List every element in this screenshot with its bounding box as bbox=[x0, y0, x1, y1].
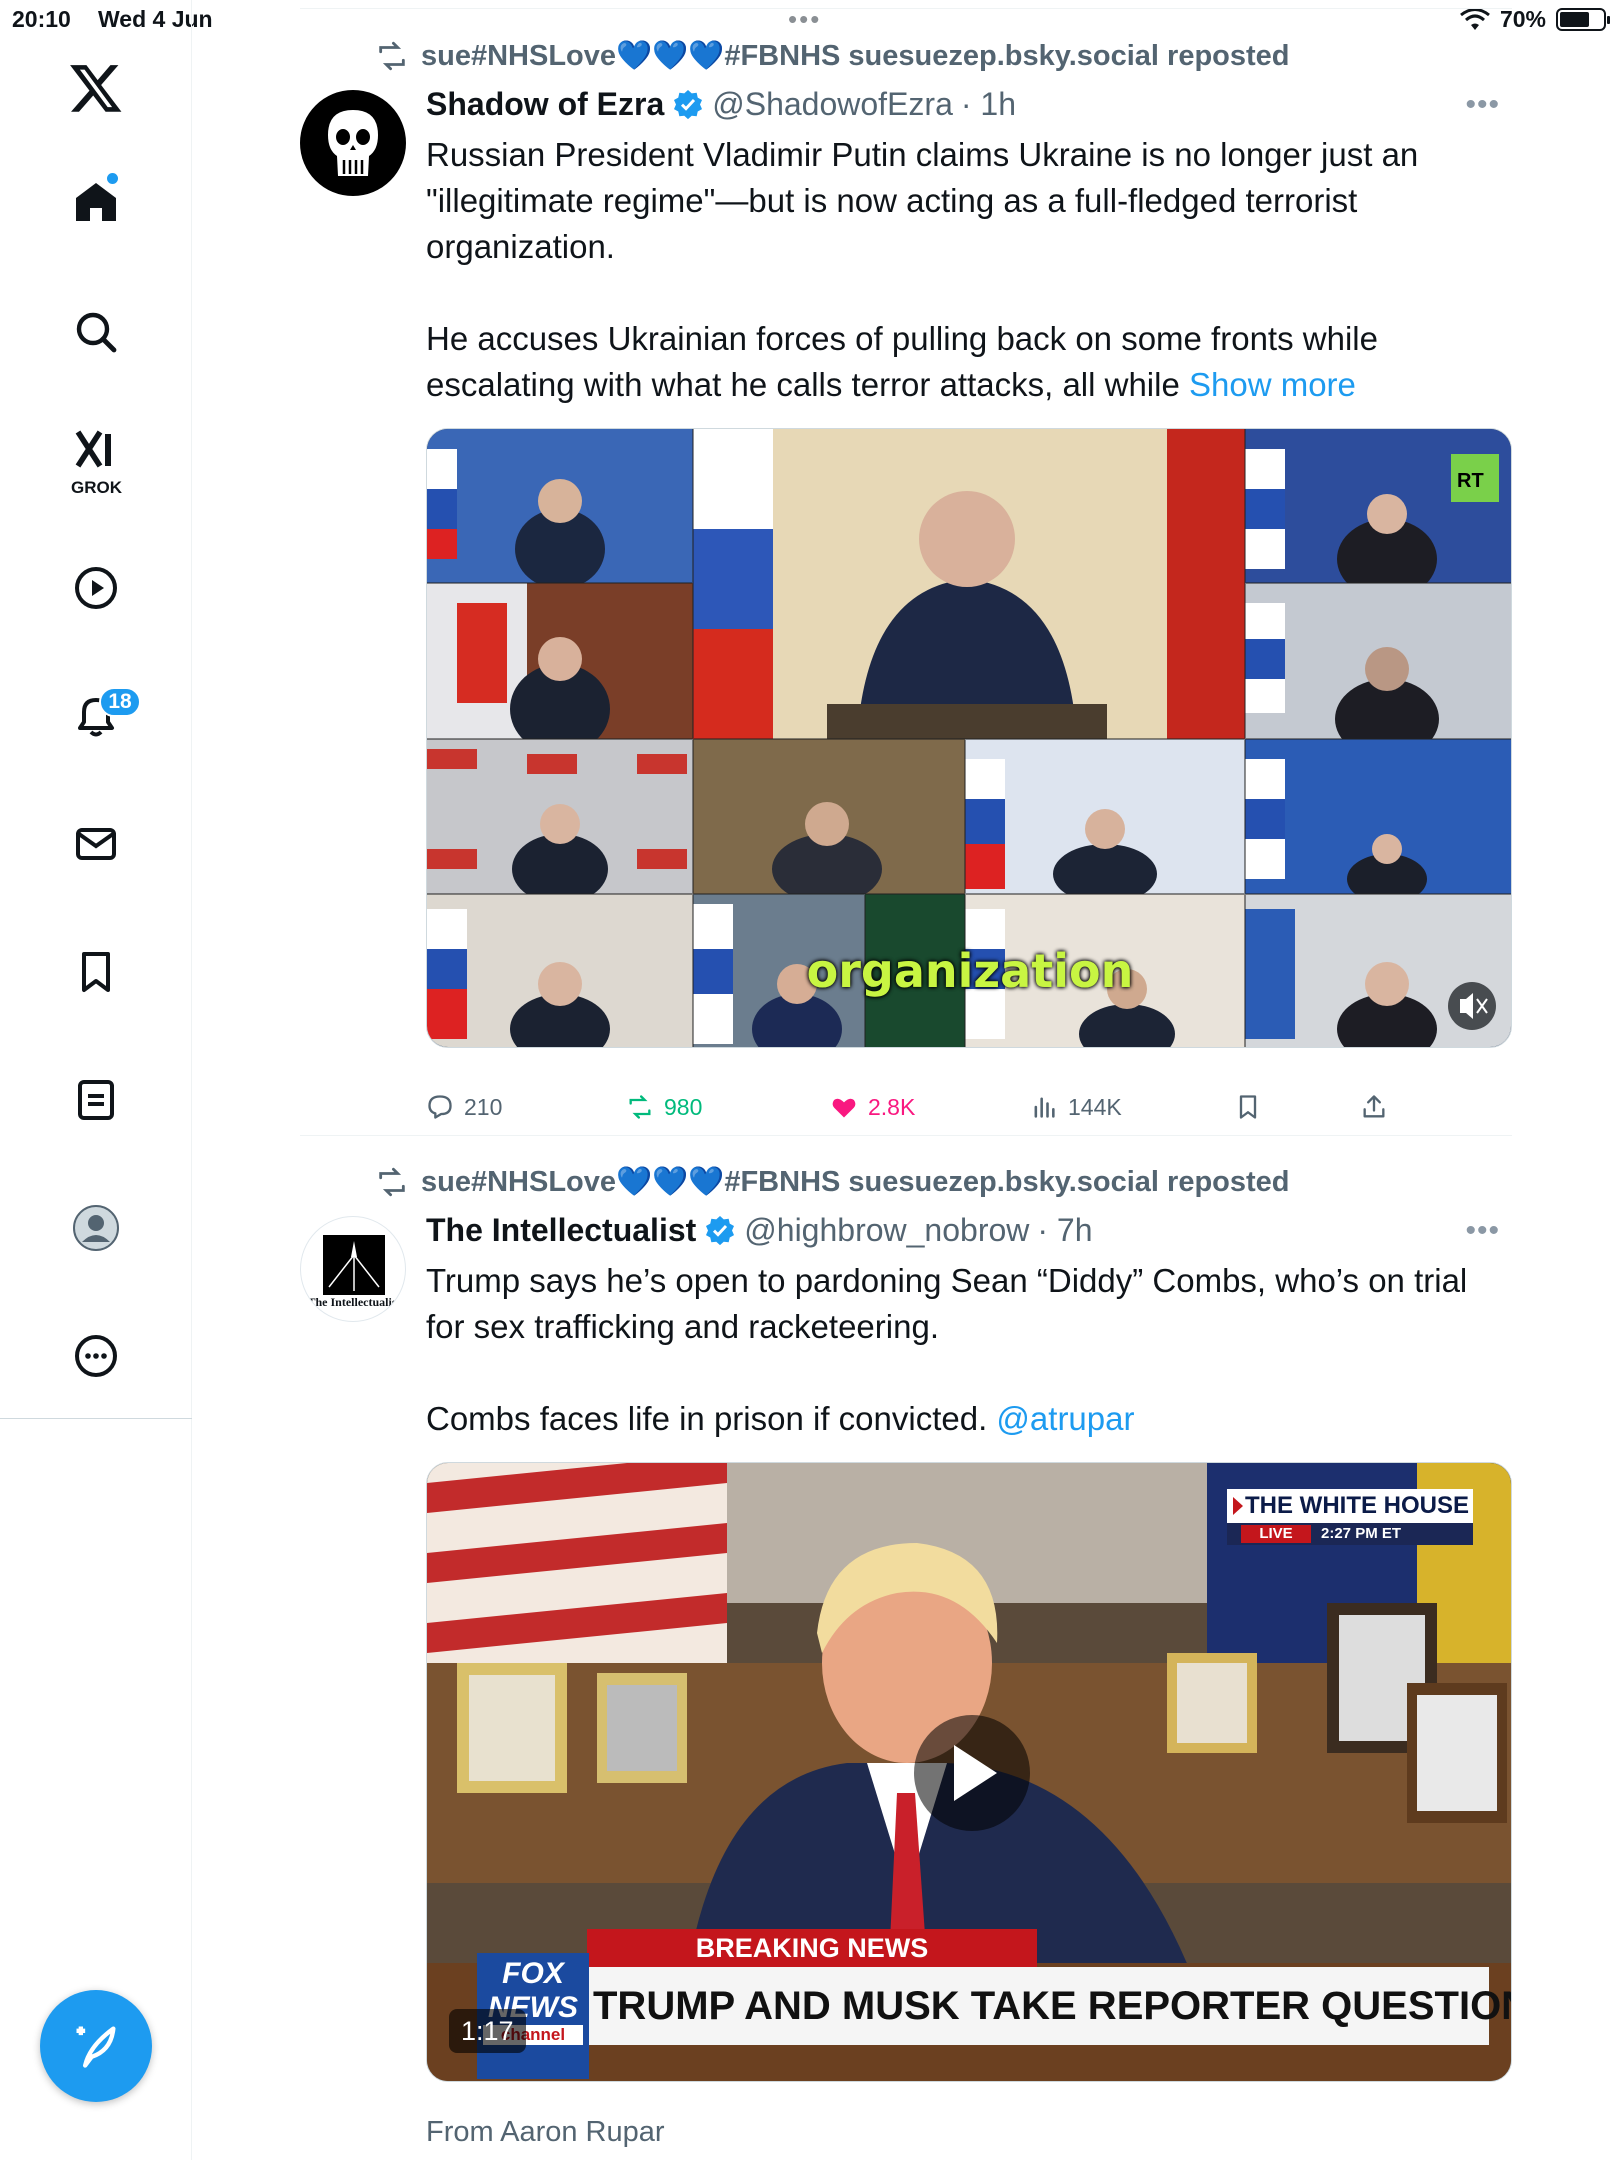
rt-logo: RT bbox=[1457, 470, 1484, 492]
grok-icon bbox=[75, 430, 111, 468]
nav-home[interactable] bbox=[56, 162, 136, 242]
sidebar-divider bbox=[0, 1418, 192, 1419]
fox-logo-line-1: FOX bbox=[502, 1957, 564, 1990]
views-button[interactable]: 144K bbox=[1030, 1082, 1122, 1132]
battery-percent: 70% bbox=[1499, 6, 1546, 32]
tv-headline: TRUMP AND MUSK TAKE REPORTER QUESTIONS bbox=[593, 1984, 1512, 2028]
nav-profile[interactable] bbox=[56, 1188, 136, 1268]
post-text-paragraph-2: He accuses Ukrainian forces of pulling b… bbox=[426, 316, 1506, 408]
views-chart-icon bbox=[1034, 1097, 1055, 1118]
post-text: Russian President Vladimir Putin claims … bbox=[426, 132, 1506, 408]
reply-button[interactable]: 210 bbox=[426, 1082, 502, 1132]
repost-by: sue#NHSLove💙💙💙#FBNHS suesuezep.bsky.soci… bbox=[421, 40, 1290, 72]
video-play-icon bbox=[75, 567, 117, 609]
post-video[interactable]: RT organization bbox=[426, 428, 1512, 1048]
repost-icon bbox=[379, 1167, 405, 1197]
nav-explore[interactable] bbox=[56, 292, 136, 372]
reply-icon bbox=[428, 1095, 452, 1119]
tv-banner-title: THE WHITE HOUSE bbox=[1245, 1492, 1470, 1519]
repost-by: sue#NHSLove💙💙💙#FBNHS suesuezep.bsky.soci… bbox=[421, 1166, 1290, 1198]
sidebar: GROK 18 bbox=[0, 0, 192, 2160]
author-handle[interactable]: @ShadowofEzra bbox=[712, 86, 953, 123]
video-caption: organization bbox=[806, 944, 1134, 998]
mention-link[interactable]: @atrupar bbox=[996, 1400, 1134, 1437]
compose-button[interactable] bbox=[40, 1990, 152, 2102]
post-time[interactable]: · 7h bbox=[1037, 1212, 1092, 1249]
play-button[interactable] bbox=[914, 1715, 1030, 1831]
post-text-paragraph-2-body: Combs faces life in prison if convicted. bbox=[426, 1400, 988, 1437]
post-video[interactable]: THE WHITE HOUSE LIVE 2:27 PM ET BREAKING… bbox=[426, 1462, 1512, 2082]
grok-label: GROK bbox=[71, 478, 122, 497]
bookmark-icon bbox=[82, 952, 110, 992]
video-duration: 1:17 bbox=[449, 2009, 526, 2053]
profile-avatar-icon bbox=[73, 1205, 119, 1251]
nav-video[interactable] bbox=[56, 548, 136, 628]
author-avatar[interactable] bbox=[300, 90, 406, 196]
repost-context[interactable]: sue#NHSLove💙💙💙#FBNHS suesuezep.bsky.soci… bbox=[375, 36, 1290, 76]
wifi-icon bbox=[1460, 7, 1490, 30]
like-button[interactable]: 2.8K bbox=[830, 1082, 915, 1132]
nav-lists[interactable] bbox=[56, 1060, 136, 1140]
post-header: The Intellectualist @highbrow_nobrow · 7… bbox=[426, 1208, 1093, 1252]
show-more-link[interactable]: Show more bbox=[1189, 366, 1356, 403]
skull-logo-icon bbox=[328, 110, 378, 176]
verified-badge-icon bbox=[706, 1216, 735, 1246]
bookmark-icon bbox=[1239, 1095, 1257, 1119]
compose-feather-icon bbox=[76, 2026, 116, 2068]
author-handle[interactable]: @highbrow_nobrow bbox=[744, 1212, 1029, 1249]
nav-messages[interactable] bbox=[56, 804, 136, 884]
post-text-paragraph-1: Russian President Vladimir Putin claims … bbox=[426, 136, 1419, 265]
post-text-paragraph-2: Combs faces life in prison if convicted.… bbox=[426, 1396, 1506, 1442]
share-icon bbox=[1363, 1095, 1385, 1118]
battery-icon bbox=[1556, 8, 1610, 31]
post-header: Shadow of Ezra @ShadowofEzra · 1h bbox=[426, 82, 1016, 126]
verified-badge-icon bbox=[674, 90, 703, 120]
post-actions: 210 980 2.8K 144K bbox=[426, 1082, 1512, 1132]
x-logo-icon[interactable] bbox=[68, 60, 124, 116]
tv-live-label: LIVE bbox=[1259, 1525, 1293, 1542]
feed-top-divider bbox=[300, 8, 1512, 9]
video-source[interactable]: From Aaron Rupar bbox=[426, 2116, 665, 2149]
post-more-icon[interactable]: ••• bbox=[1465, 88, 1500, 122]
reply-count: 210 bbox=[464, 1093, 503, 1120]
post-text-paragraph-1: Trump says he’s open to pardoning Sean “… bbox=[426, 1262, 1468, 1345]
home-icon bbox=[76, 183, 116, 221]
post-time[interactable]: · 1h bbox=[961, 86, 1016, 123]
mute-button[interactable] bbox=[1447, 982, 1497, 1032]
bookmark-button[interactable] bbox=[1234, 1082, 1262, 1132]
heart-filled-icon bbox=[832, 1098, 856, 1118]
nav-bookmarks[interactable] bbox=[56, 932, 136, 1012]
status-right: 70% bbox=[1460, 6, 1610, 33]
repost-icon bbox=[629, 1095, 651, 1119]
view-count: 144K bbox=[1068, 1093, 1122, 1120]
list-icon bbox=[78, 1080, 114, 1120]
mail-icon bbox=[76, 828, 116, 860]
status-bar: 20:10 Wed 4 Jun ••• 70% bbox=[0, 0, 1620, 40]
battery-level bbox=[1560, 12, 1590, 27]
nav-more[interactable] bbox=[56, 1316, 136, 1396]
search-icon bbox=[76, 312, 117, 353]
post-text: Trump says he’s open to pardoning Sean “… bbox=[426, 1258, 1506, 1442]
repost-count: 980 bbox=[664, 1093, 703, 1120]
unread-dot bbox=[107, 173, 118, 184]
post-divider bbox=[300, 1135, 1512, 1136]
repost-button[interactable]: 980 bbox=[626, 1082, 702, 1132]
share-button[interactable] bbox=[1360, 1082, 1388, 1132]
repost-icon bbox=[379, 41, 405, 71]
author-name[interactable]: The Intellectualist bbox=[426, 1212, 696, 1249]
avatar-caption: The Intellectualist bbox=[307, 1295, 401, 1309]
post-more-icon[interactable]: ••• bbox=[1465, 1214, 1500, 1248]
like-count: 2.8K bbox=[868, 1093, 916, 1120]
more-icon bbox=[75, 1335, 117, 1377]
tv-time: 2:27 PM ET bbox=[1321, 1525, 1402, 1542]
tv-breaking-news: BREAKING NEWS bbox=[695, 1933, 929, 1963]
repost-context[interactable]: sue#NHSLove💙💙💙#FBNHS suesuezep.bsky.soci… bbox=[375, 1162, 1290, 1202]
notification-badge: 18 bbox=[99, 687, 141, 717]
author-avatar[interactable]: The Intellectualist bbox=[300, 1216, 406, 1322]
author-name[interactable]: Shadow of Ezra bbox=[426, 86, 664, 123]
